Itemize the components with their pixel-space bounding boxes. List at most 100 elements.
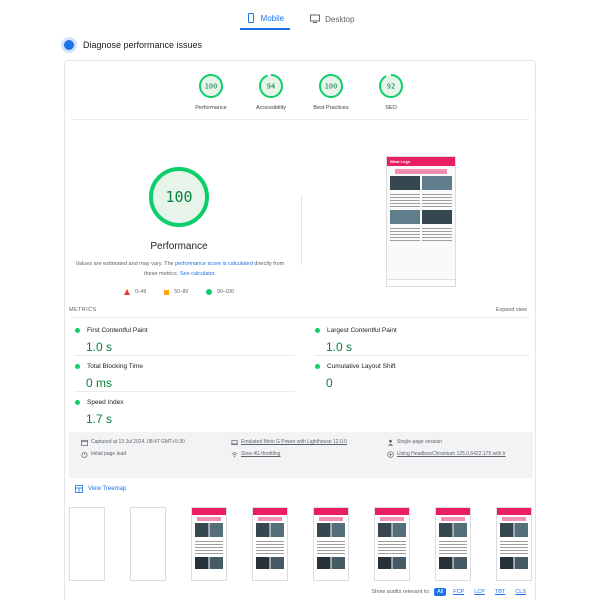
category-gauge-accessibility[interactable]: 94 Accessibility bbox=[248, 73, 294, 111]
browser-info: Using HeadlessChromium 125.0.6422.175 wi… bbox=[387, 450, 527, 458]
preview-site-title: West Logo bbox=[387, 157, 455, 166]
legend-fail: 0–49 bbox=[124, 289, 146, 295]
metric-lcp: Largest Contentful Paint 1.0 s bbox=[315, 327, 515, 354]
category-gauge-seo[interactable]: 92 SEO bbox=[368, 73, 414, 111]
diagnose-section-header[interactable]: Diagnose performance issues bbox=[64, 40, 202, 50]
report-card: 100 Performance 94 Accessibility 100 Bes… bbox=[64, 60, 536, 600]
vertical-divider bbox=[301, 195, 302, 265]
metric-speed-index: Speed Index 1.7 s bbox=[75, 399, 275, 426]
tab-desktop[interactable]: Desktop bbox=[304, 8, 360, 30]
pass-dot-icon bbox=[75, 364, 80, 369]
filter-chip-tbt[interactable]: TBT bbox=[492, 588, 508, 596]
device-tabs: Mobile Desktop bbox=[0, 8, 600, 30]
gauge-score: 92 bbox=[387, 83, 395, 91]
tab-mobile-label: Mobile bbox=[260, 13, 285, 23]
filmstrip-frame bbox=[69, 507, 105, 581]
person-icon bbox=[387, 439, 394, 446]
throttling-text[interactable]: Slow 4G throttling bbox=[241, 450, 280, 458]
category-gauge-best-practices[interactable]: 100 Best Practices bbox=[308, 73, 354, 111]
view-treemap-button[interactable]: View Treemap bbox=[75, 485, 126, 493]
category-gauge-performance[interactable]: 100 Performance bbox=[188, 73, 234, 111]
filter-chip-all[interactable]: All bbox=[434, 588, 447, 596]
metric-name: Speed Index bbox=[87, 399, 124, 406]
metric-name: Total Blocking Time bbox=[87, 363, 143, 370]
monitor-icon bbox=[310, 14, 321, 23]
gauge-label: Performance bbox=[195, 105, 227, 111]
performance-title: Performance bbox=[150, 241, 208, 252]
see-calculator-link[interactable]: See calculator. bbox=[180, 271, 216, 277]
metric-name: Cumulative Layout Shift bbox=[327, 363, 396, 370]
metric-value: 1.0 s bbox=[326, 340, 353, 354]
run-info-box: Captured at 13 Jul 2024, 08:47 GMT+5:30 … bbox=[69, 432, 533, 478]
session-text: Single-page session bbox=[397, 439, 443, 445]
filmstrip-frame bbox=[191, 507, 227, 581]
preview-text bbox=[390, 192, 420, 208]
treemap-icon bbox=[75, 485, 83, 493]
device-info: Emulated Moto G Power with Lighthouse 12… bbox=[231, 438, 347, 446]
gauge-score: 100 bbox=[205, 83, 218, 91]
preview-thumbnail bbox=[422, 176, 452, 190]
preview-text bbox=[390, 226, 420, 242]
category-gauges: 100 Performance 94 Accessibility 100 Bes… bbox=[65, 73, 537, 111]
pass-dot-icon bbox=[75, 328, 80, 333]
preview-footer bbox=[387, 279, 455, 286]
tab-desktop-label: Desktop bbox=[325, 14, 355, 24]
preview-text bbox=[422, 226, 452, 242]
filter-chip-lcp[interactable]: LCP bbox=[471, 588, 488, 596]
gauge-ring-icon: 92 bbox=[379, 74, 403, 98]
preview-thumbnail bbox=[390, 210, 420, 224]
filmstrip-frame bbox=[130, 507, 166, 581]
tab-mobile[interactable]: Mobile bbox=[239, 8, 291, 30]
preview-thumbnail bbox=[390, 176, 420, 190]
diagnose-title: Diagnose performance issues bbox=[83, 40, 203, 50]
gauge-label: Best Practices bbox=[313, 105, 349, 111]
legend-label: 50–89 bbox=[174, 289, 189, 295]
preview-text bbox=[422, 192, 452, 208]
expand-view-toggle[interactable]: Expand view bbox=[496, 307, 527, 313]
pass-dot-icon bbox=[75, 400, 80, 405]
legend-pass: 90–100 bbox=[206, 289, 234, 295]
filmstrip-frame bbox=[496, 507, 532, 581]
legend-label: 0–49 bbox=[135, 289, 147, 295]
filmstrip-frame bbox=[252, 507, 288, 581]
preview-banner bbox=[395, 169, 447, 174]
diagnose-indicator-icon bbox=[64, 40, 74, 50]
divider bbox=[71, 119, 529, 120]
gauge-label: Accessibility bbox=[256, 105, 286, 111]
initial-load-info: Initial page load bbox=[81, 450, 126, 458]
triangle-icon bbox=[124, 289, 131, 295]
metrics-heading: METRICS bbox=[69, 307, 97, 313]
gauge-ring-icon: 94 bbox=[259, 74, 283, 98]
score-legend: 0–49 50–89 90–100 bbox=[65, 289, 293, 295]
gauge-ring-icon: 100 bbox=[199, 74, 223, 98]
device-text[interactable]: Emulated Moto G Power with Lighthouse 12… bbox=[241, 438, 347, 446]
gauge-score: 94 bbox=[267, 83, 275, 91]
chrome-icon bbox=[387, 451, 394, 458]
calendar-icon bbox=[81, 439, 88, 446]
filmstrip-frame bbox=[313, 507, 349, 581]
metric-value: 0 ms bbox=[86, 376, 113, 390]
filter-chip-cls[interactable]: CLS bbox=[512, 588, 529, 596]
filter-chip-fcp[interactable]: FCP bbox=[450, 588, 467, 596]
filter-label: Show audits relevant to: bbox=[371, 589, 431, 595]
performance-score: 100 bbox=[165, 188, 192, 206]
metric-cls: Cumulative Layout Shift 0 bbox=[315, 363, 515, 390]
metric-fcp: First Contentful Paint 1.0 s bbox=[75, 327, 275, 354]
browser-text[interactable]: Using HeadlessChromium 125.0.6422.175 wi… bbox=[397, 450, 506, 458]
filmstrip-frame bbox=[374, 507, 410, 581]
divider bbox=[71, 317, 529, 318]
score-calculated-link[interactable]: performance score is calculated bbox=[175, 261, 253, 267]
gauge-score: 100 bbox=[325, 83, 338, 91]
legend-average: 50–89 bbox=[164, 289, 188, 295]
audit-filter: Show audits relevant to: All FCP LCP TBT… bbox=[371, 588, 529, 596]
timer-icon bbox=[81, 451, 88, 458]
metric-tbt: Total Blocking Time 0 ms bbox=[75, 363, 275, 390]
filmstrip-frame bbox=[435, 507, 471, 581]
preview-grid bbox=[387, 176, 455, 242]
metric-value: 1.0 s bbox=[86, 340, 113, 354]
captured-text: Captured at 13 Jul 2024, 08:47 GMT+5:30 bbox=[91, 439, 185, 445]
square-icon bbox=[164, 289, 170, 295]
initial-load-text: Initial page load bbox=[91, 451, 127, 457]
divider bbox=[75, 355, 295, 356]
page-screenshot-preview[interactable]: West Logo bbox=[386, 156, 456, 287]
